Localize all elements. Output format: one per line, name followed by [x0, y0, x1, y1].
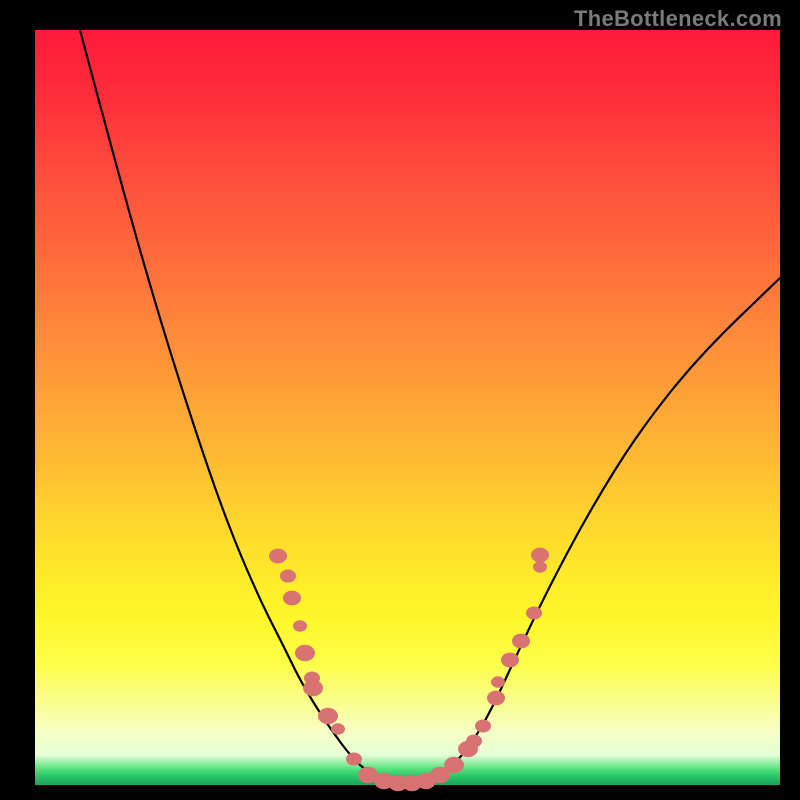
plot-area — [35, 30, 780, 785]
watermark-text: TheBottleneck.com — [574, 6, 782, 32]
page-frame: TheBottleneck.com — [0, 0, 800, 800]
